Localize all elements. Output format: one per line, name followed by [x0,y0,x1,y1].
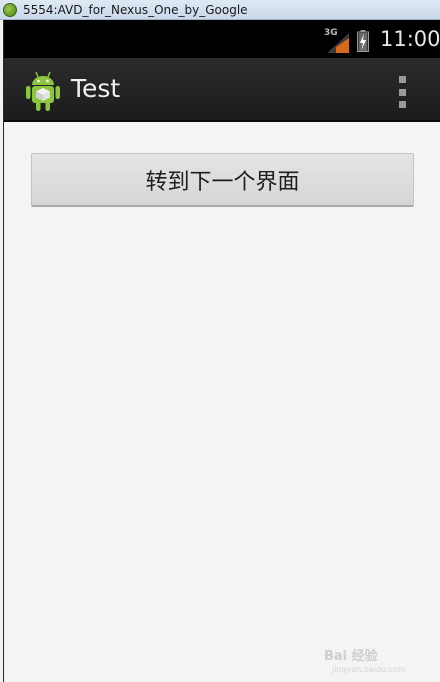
main-content: 转到下一个界面 [4,122,440,682]
app-title: Test [71,74,121,103]
battery-charging-icon [357,30,369,52]
action-bar: Test [4,58,440,122]
window-title: 5554:AVD_for_Nexus_One_by_Google [23,2,248,17]
baidu-watermark: Bai 经验 jingyan.baidu.com [324,645,424,681]
android-icon[interactable] [24,70,62,112]
overflow-menu-icon[interactable] [392,76,412,108]
watermark-subtext: jingyan.baidu.com [332,665,406,674]
emulator-icon [3,2,17,17]
menu-dot [398,76,406,83]
next-screen-button[interactable]: 转到下一个界面 [31,153,414,207]
watermark-text: Bai 经验 [324,649,378,664]
menu-dot [398,101,406,108]
status-bar: 3G 11:00 [4,20,440,58]
device-screen: 3G 11:00 Test 转到下一个界面 Bai 经验 jingyan.bai… [3,20,440,682]
signal-icon [327,33,349,53]
window-titlebar: 5554:AVD_for_Nexus_One_by_Google [0,0,440,20]
menu-dot [398,88,406,96]
status-clock: 11:00 [380,27,440,51]
